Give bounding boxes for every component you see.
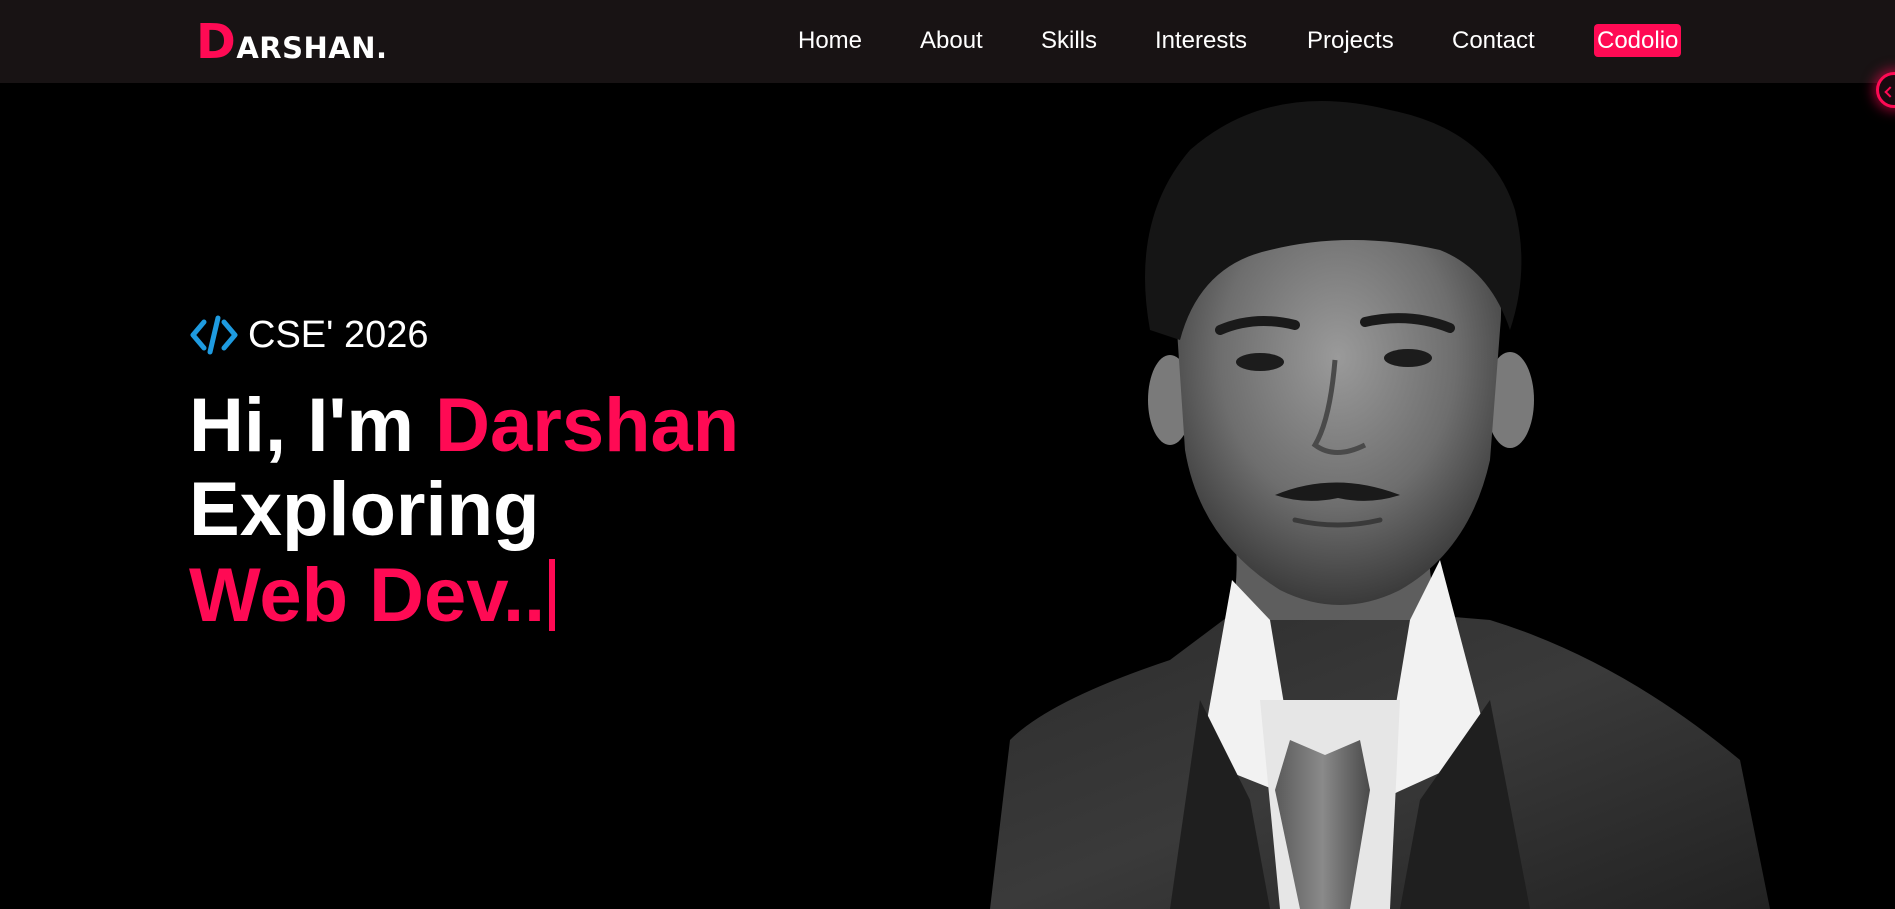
nav-interests[interactable]: Interests (1155, 24, 1247, 58)
hero-greeting-line: Hi, I'm Darshan (189, 383, 739, 469)
nav-home[interactable]: Home (798, 24, 862, 58)
hero-tag-text: CSE' 2026 (248, 313, 429, 356)
nav-skills[interactable]: Skills (1041, 24, 1097, 58)
site-header: DARSHAN. Home About Skills Interests Pro… (0, 0, 1895, 83)
main-nav: Home About Skills Interests Projects Con… (0, 24, 1895, 58)
hero-typed-text: Web Dev.. (189, 553, 546, 638)
nav-contact[interactable]: Contact (1452, 24, 1535, 58)
hero-line-3-wrap: Web Dev.. (189, 553, 556, 639)
hero-tag: CSE' 2026 (190, 312, 428, 358)
nav-projects[interactable]: Projects (1307, 24, 1394, 58)
nav-codolio-button[interactable]: Codolio (1594, 24, 1682, 57)
hero-greeting: Hi, I'm (189, 383, 436, 468)
profile-photo (990, 101, 1770, 909)
code-icon (190, 315, 238, 355)
hero-line-2: Exploring (189, 467, 540, 552)
hero-name: Darshan (435, 383, 740, 468)
nav-about[interactable]: About (920, 24, 983, 58)
typing-cursor (549, 559, 556, 631)
